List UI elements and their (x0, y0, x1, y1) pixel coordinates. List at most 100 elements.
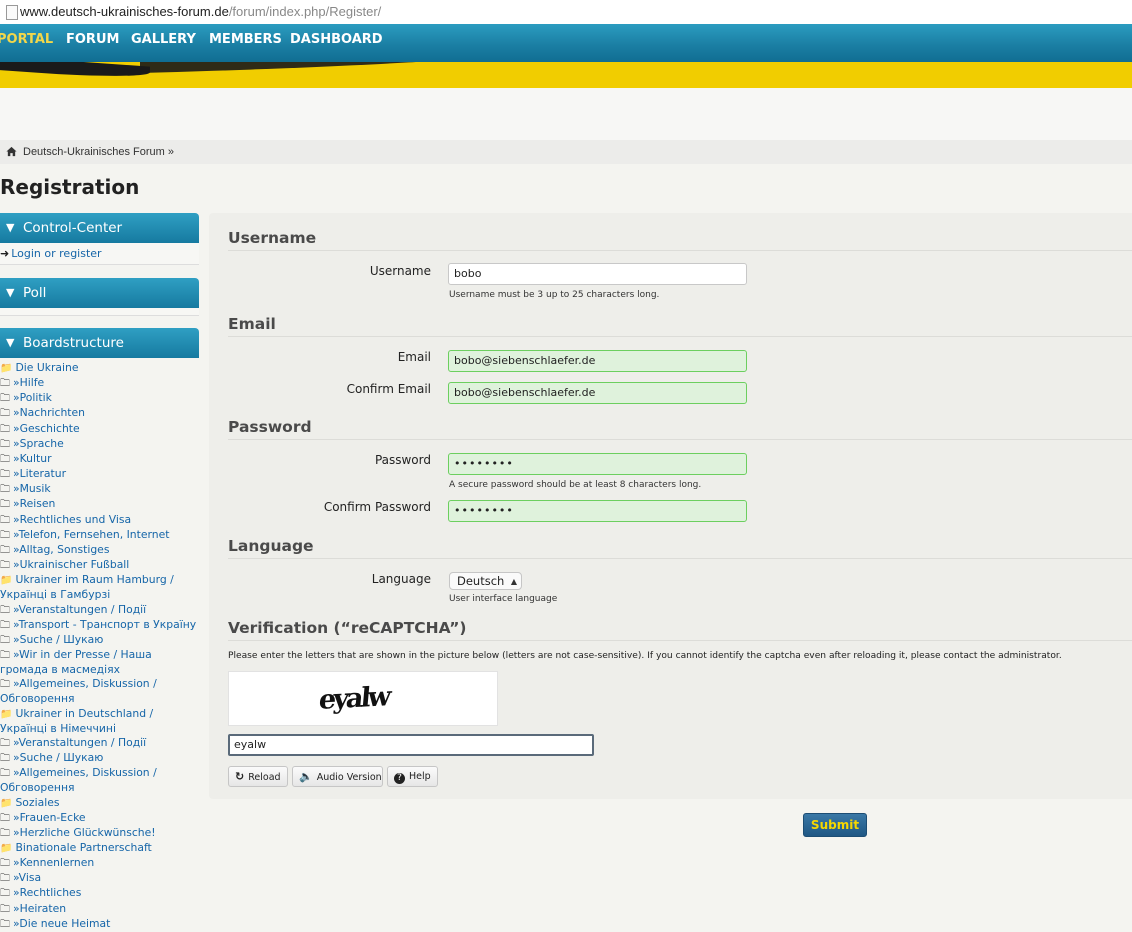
nav-dashboard[interactable]: DASHBOARD (290, 24, 383, 56)
url-text[interactable]: www.deutsch-ukrainisches-forum.de/forum/… (20, 0, 381, 24)
board-item[interactable]: 🗀 »Transport - Транспорт в Україну (0, 618, 200, 633)
browser-url-bar[interactable]: www.deutsch-ukrainisches-forum.de/forum/… (0, 0, 1132, 25)
board-category[interactable]: 📁 Ukrainer im Raum Hamburg / Українці в Г… (0, 573, 200, 602)
breadcrumb: Deutsch-Ukrainisches Forum » (0, 140, 1132, 164)
submit-button[interactable]: Submit (803, 813, 867, 837)
board-category[interactable]: 📁 Die Ukraine (0, 361, 200, 376)
nav-forum[interactable]: FORUM (66, 24, 119, 56)
board-label: »Rechtliches (13, 886, 82, 900)
email-input[interactable]: bobo@siebenschlaefer.de (448, 350, 747, 372)
username-help: Username must be 3 up to 25 characters l… (449, 290, 660, 300)
board-label: »Reisen (13, 497, 56, 511)
folder-icon: 🗀 (0, 453, 10, 465)
sign-in-icon: ➜ (0, 247, 10, 260)
login-or-register-link[interactable]: ➜ Login or register (0, 247, 102, 261)
folder-icon: 🗀 (0, 529, 10, 541)
board-item[interactable]: 🗀 »Telefon, Fernsehen, Internet (0, 528, 200, 543)
board-item[interactable]: 🗀 »Wir in der Presse / Наша громада в мас… (0, 648, 200, 677)
home-icon[interactable] (6, 146, 17, 157)
language-label: Language (371, 572, 431, 586)
captcha-instructions: Please enter the letters that are shown … (228, 651, 1062, 661)
folder-icon: 🗀 (0, 408, 10, 420)
captcha-help-button[interactable]: ? Help (387, 766, 438, 787)
captcha-image: eyalw (228, 671, 498, 726)
board-label: »Die neue Heimat (13, 916, 111, 930)
board-label: »Musik (13, 482, 51, 496)
folder-open-icon: 📁 (0, 797, 13, 809)
confirm-password-input[interactable]: •••••••• (448, 500, 747, 522)
board-label: Soziales (15, 795, 60, 809)
language-select-value: Deutsch (457, 574, 505, 588)
board-item[interactable]: 🗀 »Rechtliches (0, 886, 200, 901)
folder-icon: 🗀 (0, 918, 10, 930)
board-label: »Alltag, Sonstiges (13, 542, 110, 556)
folder-icon: 🗀 (0, 484, 10, 496)
username-label: Username (369, 264, 431, 278)
board-label: »Veranstaltungen / Події (13, 735, 147, 749)
control-center-header[interactable]: ▼ Control-Center (0, 213, 199, 243)
audio-version-button[interactable]: 🔈 Audio Version (292, 766, 383, 787)
nav-members[interactable]: MEMBERS (209, 24, 282, 56)
board-item[interactable]: 🗀 »Geschichte (0, 422, 200, 437)
poll-header[interactable]: ▼ Poll (0, 278, 199, 308)
folder-icon: 🗀 (0, 560, 10, 572)
board-item[interactable]: 🗀 »Veranstaltungen / Події (0, 603, 200, 618)
board-item[interactable]: 🗀 »Kennenlernen (0, 856, 200, 871)
page-title: Registration (0, 175, 140, 199)
confirm-password-label: Confirm Password (323, 500, 431, 514)
folder-icon: 🗀 (0, 888, 10, 900)
board-item[interactable]: 🗀 »Hilfe (0, 376, 200, 391)
board-item[interactable]: 🗀 »Ukrainischer Fußball (0, 558, 200, 573)
board-label: »Telefon, Fernsehen, Internet (13, 527, 170, 541)
board-label: Binationale Partnerschaft (15, 841, 152, 854)
captcha-image-graphic: eyalw (318, 681, 394, 716)
board-item[interactable]: 🗀 »Musik (0, 482, 200, 497)
board-item[interactable]: 🗀 »Heiraten (0, 902, 200, 917)
board-item[interactable]: 🗀 »Frauen-Ecke (0, 811, 200, 826)
board-item[interactable]: 🗀 »Reisen (0, 497, 200, 512)
board-item[interactable]: 🗀 »Suche / Шукаю (0, 633, 200, 648)
board-item[interactable]: 🗀 »Allgemeines, Diskussion / Обговорення (0, 766, 200, 795)
banner-swoosh-stripe (140, 62, 520, 73)
board-item[interactable]: 🗀 »Die neue Heimat (0, 917, 200, 932)
board-item[interactable]: 🗀 »Literatur (0, 467, 200, 482)
folder-icon: 🗀 (0, 469, 10, 481)
language-help: User interface language (449, 594, 558, 604)
confirm-email-input[interactable]: bobo@siebenschlaefer.de (448, 382, 747, 404)
board-category[interactable]: 📁 Binationale Partnerschaft (0, 841, 200, 856)
breadcrumb-link[interactable]: Deutsch-Ukrainisches Forum » (23, 140, 174, 164)
language-select[interactable]: Deutsch ▲ (449, 572, 522, 590)
board-item[interactable]: 🗀 »Alltag, Sonstiges (0, 543, 200, 558)
folder-icon: 🗀 (0, 544, 10, 556)
board-label: »Heiraten (13, 901, 67, 915)
board-label: »Veranstaltungen / Події (13, 602, 147, 616)
board-category[interactable]: 📁 Soziales (0, 796, 200, 811)
boardstructure-header[interactable]: ▼ Boardstructure (0, 328, 199, 358)
nav-gallery[interactable]: GALLERY (131, 24, 196, 56)
captcha-input[interactable]: eyalw (228, 734, 594, 756)
reload-captcha-button[interactable]: ↻ Reload (228, 766, 288, 787)
page-icon (6, 5, 18, 20)
board-label: »Politik (13, 391, 52, 405)
board-list: 📁 Die Ukraine 🗀 »Hilfe 🗀 »Politik 🗀 »Nachric… (0, 361, 200, 932)
board-item[interactable]: 🗀 »Visa (0, 871, 200, 886)
board-item[interactable]: 🗀 »Rechtliches und Visa (0, 513, 200, 528)
board-item[interactable]: 🗀 »Allgemeines, Diskussion / Обговорення (0, 677, 200, 706)
password-help: A secure password should be at least 8 c… (449, 480, 702, 490)
board-item[interactable]: 🗀 »Veranstaltungen / Події (0, 736, 200, 751)
password-input[interactable]: •••••••• (448, 453, 747, 475)
board-label: »Wir in der Presse / Наша громада в масм… (0, 647, 152, 677)
board-item[interactable]: 🗀 »Nachrichten (0, 406, 200, 421)
board-category[interactable]: 📁 Ukrainer in Deutschland / Українці в Ні… (0, 707, 200, 736)
nav-portal[interactable]: PORTAL (0, 24, 53, 56)
board-item[interactable]: 🗀 »Sprache (0, 437, 200, 452)
board-label: »Kultur (13, 451, 52, 465)
board-item[interactable]: 🗀 »Suche / Шукаю (0, 751, 200, 766)
board-item[interactable]: 🗀 »Politik (0, 391, 200, 406)
board-item[interactable]: 🗀 »Herzliche Glückwünsche! (0, 826, 200, 841)
section-divider (228, 640, 1132, 641)
board-item[interactable]: 🗀 »Kultur (0, 452, 200, 467)
folder-icon: 🗀 (0, 393, 10, 405)
folder-icon: 🗀 (0, 634, 10, 646)
username-input[interactable]: bobo (448, 263, 747, 285)
